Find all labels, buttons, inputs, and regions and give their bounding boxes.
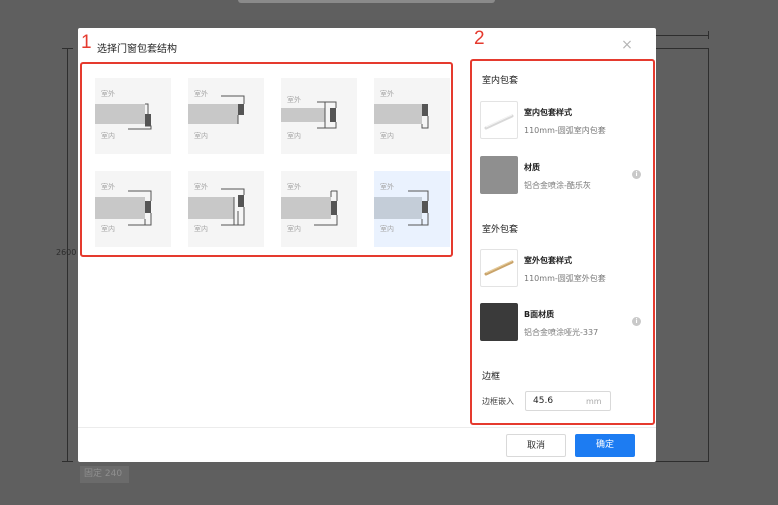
indoor-label: 室内 [101, 132, 115, 140]
structure-option-3[interactable]: 室外 室内 [281, 78, 357, 154]
dimension-tick-top [62, 48, 73, 49]
outdoor-label: 室外 [101, 183, 115, 191]
outdoor-section-title: 室外包套 [482, 225, 519, 235]
structure-diagram [281, 101, 337, 129]
outdoor-material-swatch [480, 303, 518, 341]
indoor-material-swatch [480, 156, 518, 194]
background-badge: 固定 240 [80, 466, 129, 483]
footer-divider [78, 427, 656, 428]
frame-inset-unit: mm [586, 397, 602, 406]
indoor-style-desc: 110mm-圆弧室内包套 [524, 126, 606, 135]
outdoor-label: 室外 [101, 90, 115, 98]
outdoor-material-item[interactable]: B面材质 铝合金喷涂哑光-337 i [480, 303, 641, 343]
cover-profile-icon [484, 260, 514, 276]
indoor-material-name: 材质 [524, 163, 540, 172]
indoor-style-name: 室内包套样式 [524, 108, 572, 117]
indoor-section-title: 室内包套 [482, 76, 519, 86]
outdoor-label: 室外 [287, 96, 301, 104]
close-icon[interactable]: × [618, 36, 636, 54]
annotation-number-1: 1 [81, 32, 92, 53]
info-icon[interactable]: i [632, 170, 641, 179]
structure-options-highlight: 室外 室内 室外 室内 室外 室内 室外 室内 室外 室内 室外 室内 室外 室… [80, 62, 453, 257]
outdoor-style-item[interactable]: 室外包套样式 110mm-圆弧室外包套 [480, 249, 640, 289]
indoor-label: 室内 [194, 132, 208, 140]
indoor-material-desc: 铝合金喷涂-酷乐灰 [524, 181, 591, 190]
structure-option-6[interactable]: 室外 室内 [188, 171, 264, 247]
annotation-number-2: 2 [474, 28, 485, 49]
structure-option-2[interactable]: 室外 室内 [188, 78, 264, 154]
outdoor-label: 室外 [380, 90, 394, 98]
outdoor-style-desc: 110mm-圆弧室外包套 [524, 274, 606, 283]
indoor-label: 室内 [101, 225, 115, 233]
frame-inset-input[interactable]: 45.6 mm [525, 391, 611, 411]
structure-option-8[interactable]: 室外 室内 [374, 171, 450, 247]
outdoor-label: 室外 [194, 90, 208, 98]
outdoor-label: 室外 [287, 183, 301, 191]
outdoor-label: 室外 [194, 183, 208, 191]
indoor-label: 室内 [287, 225, 301, 233]
indoor-material-item[interactable]: 材质 铝合金喷涂-酷乐灰 i [480, 156, 641, 196]
dimension-tick-bottom [62, 461, 73, 462]
indoor-label: 室内 [287, 132, 301, 140]
cancel-button[interactable]: 取消 [506, 434, 566, 457]
outdoor-label: 室外 [380, 183, 394, 191]
top-dimension-line [655, 35, 709, 36]
outdoor-style-name: 室外包套样式 [524, 256, 572, 265]
indoor-style-thumbnail [480, 101, 518, 139]
frame-inset-value: 45.6 [533, 396, 554, 406]
dimension-label: 2600 [56, 248, 77, 257]
indoor-style-item[interactable]: 室内包套样式 110mm-圆弧室内包套 [480, 101, 640, 141]
background-wall-outline [655, 48, 709, 462]
dialog-title: 选择门窗包套结构 [97, 44, 177, 55]
outdoor-material-name: B面材质 [524, 310, 555, 319]
top-dimension-tick [708, 31, 709, 39]
outdoor-style-thumbnail [480, 249, 518, 287]
structure-option-5[interactable]: 室外 室内 [95, 171, 171, 247]
indoor-label: 室内 [194, 225, 208, 233]
structure-option-1[interactable]: 室外 室内 [95, 78, 171, 154]
cover-profile-icon [484, 114, 514, 130]
frame-section-title: 边框 [482, 372, 501, 382]
structure-option-4[interactable]: 室外 室内 [374, 78, 450, 154]
outdoor-material-desc: 铝合金喷涂哑光-337 [524, 328, 599, 337]
settings-panel-highlight: 室内包套 室内包套样式 110mm-圆弧室内包套 材质 铝合金喷涂-酷乐灰 i … [470, 59, 655, 425]
background-tab [238, 0, 495, 3]
confirm-button[interactable]: 确定 [575, 434, 635, 457]
indoor-label: 室内 [380, 132, 394, 140]
structure-option-7[interactable]: 室外 室内 [281, 171, 357, 247]
frame-inset-label: 边框嵌入 [482, 397, 514, 406]
indoor-label: 室内 [380, 225, 394, 233]
info-icon[interactable]: i [632, 317, 641, 326]
cover-structure-dialog: 1 选择门窗包套结构 2 × 室外 室内 室外 室内 室外 室内 室外 室内 室… [78, 28, 656, 462]
